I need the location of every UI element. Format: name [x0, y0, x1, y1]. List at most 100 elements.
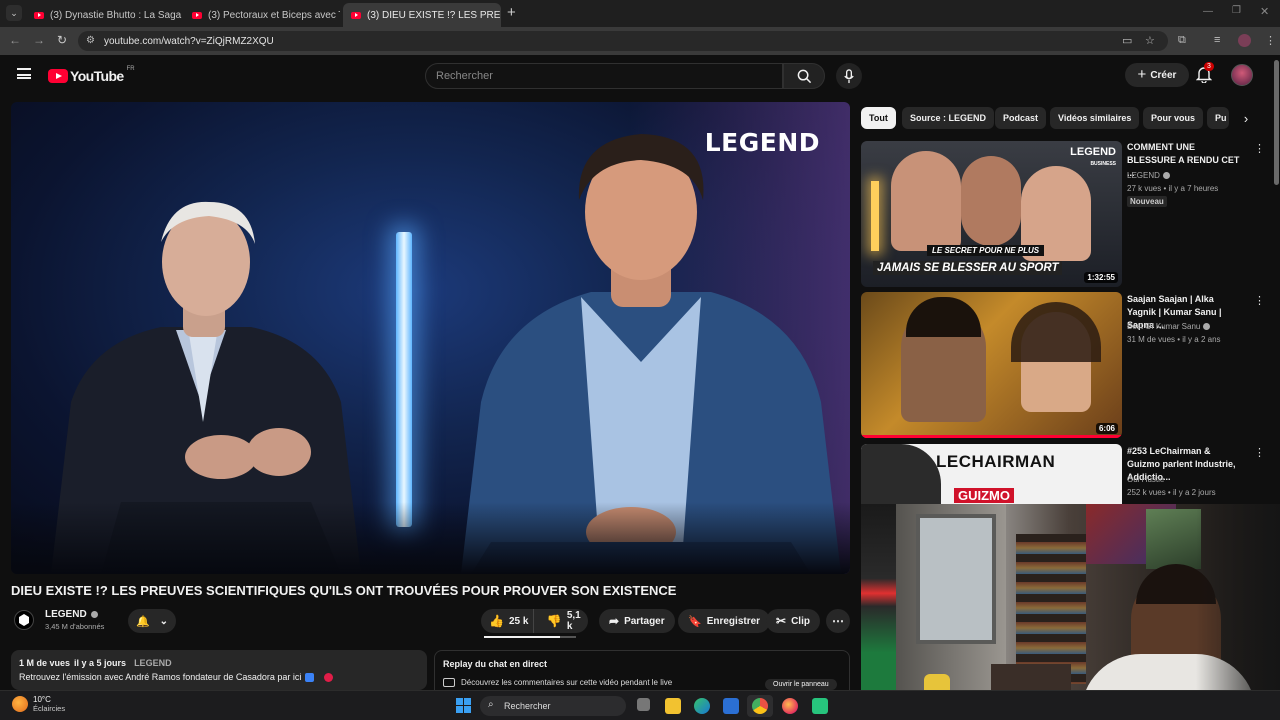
minimize-icon[interactable]: — [1203, 6, 1213, 17]
search-placeholder: Rechercher [436, 70, 493, 82]
bookmark-star-icon[interactable]: ☆ [1145, 34, 1155, 47]
notifications-button[interactable]: 3 [1195, 62, 1214, 88]
app-green-icon[interactable] [812, 698, 828, 714]
arrow-right-emoji-icon [305, 672, 315, 682]
video-duration: 6:06 [1095, 423, 1118, 434]
thumb-caption-2: GUIZMO [954, 488, 1014, 503]
related-thumbnail-1[interactable]: LEGEND BUSINESS LE SECRET POUR NE PLUS J… [861, 141, 1122, 287]
more-horizontal-icon: ⋯ [832, 614, 844, 628]
related-meta-1: 27 k vues • il y a 7 heures [1127, 184, 1219, 193]
chrome-active-indicator [747, 695, 773, 717]
windows-start-icon[interactable] [456, 698, 471, 713]
tab-pectoraux[interactable]: (3) Pectoraux et Biceps avec Tib ✕ [184, 3, 340, 27]
clip-button[interactable]: ✂ Clip [766, 609, 820, 633]
chevron-right-icon: › [1243, 110, 1249, 126]
chip-source-legend[interactable]: Source : LEGEND [902, 107, 995, 129]
more-vertical-icon[interactable]: ⋮ [1254, 294, 1265, 307]
like-dislike-group: 👍 25 k 👎 5,1 k [481, 609, 588, 633]
like-button[interactable]: 👍 25 k [481, 609, 534, 633]
tab-dynastie-bhutto[interactable]: (3) Dynastie Bhutto : La Saga Sa ✕ [26, 3, 182, 27]
save-button[interactable]: 🔖 Enregistrer [678, 609, 771, 633]
weather-widget[interactable]: 10°C Éclaircies [12, 695, 65, 713]
weather-condition: Éclaircies [33, 704, 66, 713]
voice-search-button[interactable] [836, 63, 862, 89]
firefox-icon[interactable] [782, 698, 798, 714]
chips-next-button[interactable]: › [1236, 107, 1256, 129]
url-text: youtube.com/watch?v=ZiQjRMZ2XQU [104, 35, 274, 47]
temperature: 10°C [33, 695, 51, 704]
chat-replay-box: Replay du chat en direct Découvrez les c… [434, 650, 850, 690]
thumbs-down-icon: 👎 [546, 614, 562, 628]
open-panel-button[interactable]: Ouvrir le panneau [765, 679, 837, 690]
youtube-favicon-icon [34, 11, 44, 19]
video-player[interactable]: LEGEND [11, 102, 850, 574]
chip-partial[interactable]: Pu [1207, 107, 1229, 129]
more-vertical-icon[interactable]: ⋮ [1254, 142, 1265, 155]
description-box[interactable]: 1 M de vues il y a 5 jours LEGEND Retrou… [11, 650, 427, 690]
edge-icon[interactable] [694, 698, 710, 714]
related-channel-2[interactable]: Best Of Kumar Sanu [1127, 322, 1211, 331]
youtube-logo[interactable]: YouTube FR [48, 66, 135, 84]
related-channel-3[interactable]: Oui Hustle [1127, 475, 1164, 484]
channel-info[interactable]: LEGEND 3,45 M d'abonnés [45, 609, 104, 631]
related-thumbnail-3[interactable]: LECHAIRMAN GUIZMO [861, 444, 1122, 504]
bookmark-icon: 🔖 [688, 615, 702, 628]
video-duration: 1:32:55 [1084, 272, 1118, 283]
region-code: FR [126, 66, 135, 72]
verified-icon [1162, 172, 1170, 179]
create-button[interactable]: + Créer [1125, 63, 1189, 87]
profile-avatar[interactable] [1238, 34, 1251, 47]
chip-tout[interactable]: Tout [861, 107, 896, 129]
search-button[interactable] [783, 63, 825, 89]
red-dot-emoji-icon [324, 672, 334, 682]
related-meta-3: 252 k vues • il y a 2 jours [1127, 488, 1216, 497]
maximize-icon[interactable]: ❐ [1232, 5, 1241, 16]
like-count: 25 k [508, 615, 529, 627]
reload-icon[interactable]: ↻ [57, 33, 67, 47]
microphone-icon [844, 68, 854, 83]
site-info-icon[interactable]: ⚙ [86, 35, 95, 46]
account-avatar[interactable] [1231, 64, 1253, 86]
browser-menu-icon[interactable]: ⋮ [1265, 34, 1276, 47]
extensions-icon[interactable]: ⧉ [1178, 34, 1186, 47]
tab-list-chevron-icon[interactable]: ⌄ [6, 5, 22, 21]
channel-avatar[interactable] [14, 610, 34, 630]
tab-label: (3) Pectoraux et Biceps avec Tib [208, 9, 340, 21]
related-thumbnail-2[interactable]: 6:06 [861, 292, 1122, 438]
chip-videos-similaires[interactable]: Vidéos similaires [1050, 107, 1140, 129]
thumb-brand: LEGEND BUSINESS [1070, 146, 1116, 168]
address-bar[interactable]: ⚙ youtube.com/watch?v=ZiQjRMZ2XQU [78, 31, 1168, 51]
search-input[interactable]: Rechercher [425, 63, 783, 89]
related-channel-1[interactable]: LEGEND [1127, 171, 1170, 180]
chat-replay-title: Replay du chat en direct [443, 659, 548, 669]
task-view-icon[interactable] [637, 698, 650, 711]
page-scrollbar[interactable] [1274, 60, 1279, 185]
file-explorer-icon[interactable] [665, 698, 681, 714]
verified-icon [1203, 323, 1211, 330]
chip-pour-vous[interactable]: Pour vous [1143, 107, 1204, 129]
store-icon[interactable] [723, 698, 739, 714]
hamburger-menu-icon[interactable] [17, 68, 31, 79]
media-controls-icon[interactable]: ≡ [1214, 34, 1220, 46]
new-tab-button[interactable]: + [507, 4, 516, 21]
legend-logo-icon [19, 614, 29, 626]
dislike-button[interactable]: 👎 5,1 k [539, 610, 588, 632]
browser-toolbar: ← → ↻ ⚙ youtube.com/watch?v=ZiQjRMZ2XQU … [0, 27, 1280, 55]
share-button[interactable]: ➦ Partager [599, 609, 675, 633]
related-thumbnail-4[interactable] [861, 504, 896, 690]
forward-arrow-icon[interactable]: → [33, 33, 45, 47]
subscription-bell-button[interactable]: 🔔 ⌄ [128, 609, 176, 633]
chip-podcast[interactable]: Podcast [995, 107, 1047, 129]
taskbar-search[interactable]: ⌕ Rechercher [480, 696, 626, 716]
tab-dieu-existe[interactable]: (3) DIEU EXISTE !? LES PREU 🔊 ✕ [343, 3, 501, 27]
more-actions-button[interactable]: ⋯ [826, 609, 850, 633]
youtube-favicon-icon [351, 11, 361, 19]
tab-label: (3) DIEU EXISTE !? LES PREU [367, 9, 501, 21]
more-vertical-icon[interactable]: ⋮ [1254, 446, 1265, 459]
create-label: Créer [1150, 69, 1177, 81]
close-window-icon[interactable]: ✕ [1260, 5, 1269, 18]
cast-icon[interactable]: ▭ [1122, 34, 1132, 47]
weather-sun-cloud-icon [12, 696, 28, 712]
back-arrow-icon[interactable]: ← [9, 33, 21, 47]
webcam-overlay [896, 504, 1280, 720]
